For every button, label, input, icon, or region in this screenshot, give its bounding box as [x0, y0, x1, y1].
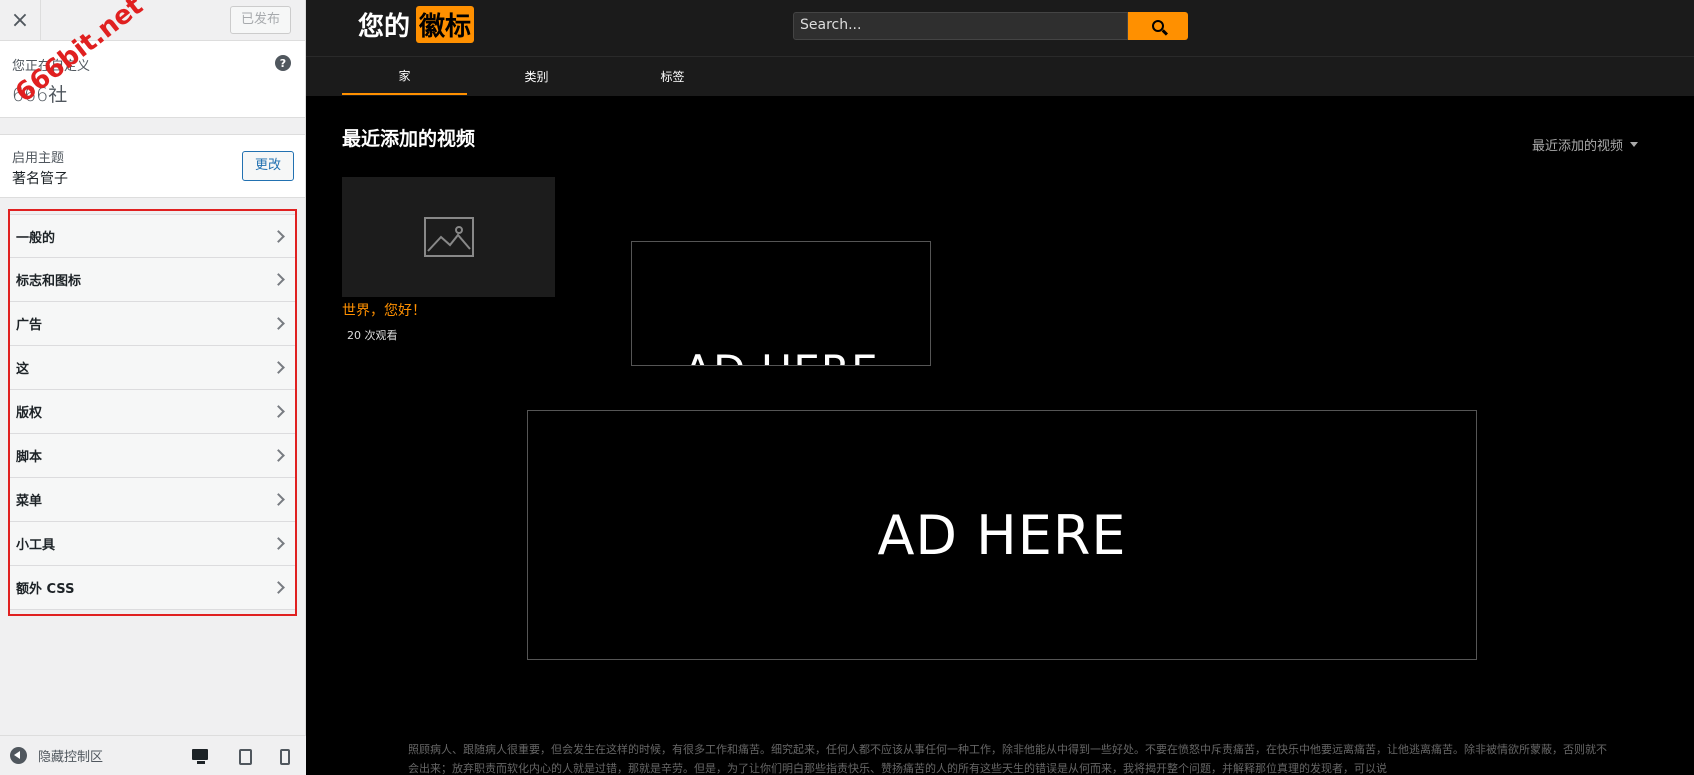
panel-header: × 已发布	[0, 0, 305, 41]
menu-item-label: 这	[16, 362, 30, 377]
site-preview: 您的 徽标 Search... 家 类别 标签 最近添加的视频 最近添加的视频 …	[306, 0, 1694, 775]
sort-label: 最近添加的视频	[1531, 139, 1623, 154]
video-views: 20 次观看	[347, 329, 398, 342]
image-placeholder-icon	[423, 217, 474, 257]
menu-item-label: 一般的	[16, 230, 56, 246]
menu-item-label: 脚本	[16, 450, 43, 465]
sort-dropdown[interactable]: 最近添加的视频	[1532, 135, 1638, 154]
ad-small-text: AD HERE	[632, 346, 930, 365]
menu-item-label: 菜单	[16, 494, 43, 509]
menu-item-widgets[interactable]: 小工具	[10, 522, 295, 566]
publish-button[interactable]: 已发布	[229, 6, 291, 34]
chevron-right-icon	[272, 537, 285, 550]
menu-item-label: 额外 CSS	[16, 582, 75, 597]
active-theme-section: 启用主题 著名管子 更改	[0, 134, 305, 198]
menu-item-menus[interactable]: 菜单	[10, 478, 295, 522]
close-icon: ×	[10, 7, 30, 33]
search-button[interactable]	[1128, 12, 1188, 40]
menu-item-logo-icons[interactable]: 标志和图标	[10, 258, 295, 302]
menu-item-copyright[interactable]: 版权	[10, 390, 295, 434]
nav-item-home[interactable]: 家	[342, 57, 467, 95]
desktop-preview-icon[interactable]	[192, 749, 210, 765]
site-logo[interactable]: 您的 徽标	[358, 6, 475, 43]
menu-item-this[interactable]: 这	[10, 346, 295, 390]
section-title: 最近添加的视频	[342, 128, 476, 150]
nav-item-categories[interactable]: 类别	[474, 57, 599, 95]
customizer-info: 您正在自定义 666社 ? 666bit.net	[0, 0, 305, 118]
chevron-right-icon	[272, 581, 285, 594]
customizing-label: 您正在自定义	[12, 59, 91, 74]
search-icon	[1152, 20, 1164, 32]
logo-text: 您的	[358, 12, 411, 42]
nav-item-tags[interactable]: 标签	[610, 57, 735, 95]
menu-item-label: 版权	[16, 406, 43, 421]
menu-item-label: 广告	[16, 318, 43, 333]
ad-slot-small[interactable]: AD HERE	[631, 241, 931, 366]
chevron-right-icon	[272, 229, 285, 243]
menu-item-scripts[interactable]: 脚本	[10, 434, 295, 478]
close-customizer-button[interactable]: ×	[0, 0, 41, 40]
logo-highlight: 徽标	[416, 6, 475, 43]
tablet-preview-icon[interactable]	[236, 749, 254, 765]
customizer-menu: 一般的 标志和图标 广告 这 版权 脚本 菜单 小工具 额外 CSS	[8, 209, 297, 616]
customizer-panel: × 已发布 您正在自定义 666社 ? 666bit.net 启用主题 著名管子…	[0, 0, 306, 775]
menu-item-general[interactable]: 一般的	[10, 214, 295, 258]
change-theme-button[interactable]: 更改	[241, 151, 294, 181]
menu-item-label: 小工具	[16, 538, 56, 553]
menu-item-extra-css[interactable]: 额外 CSS	[10, 566, 295, 610]
site-title: 666社	[12, 84, 68, 106]
mobile-preview-icon[interactable]	[276, 749, 294, 765]
hide-controls-button[interactable]: 隐藏控制区	[38, 746, 103, 765]
panel-footer: 隐藏控制区	[0, 735, 306, 775]
menu-item-label: 标志和图标	[16, 274, 82, 289]
video-thumbnail[interactable]	[342, 177, 555, 297]
chevron-right-icon	[272, 493, 285, 506]
chevron-right-icon	[272, 317, 285, 330]
chevron-right-icon	[272, 405, 285, 418]
ad-slot-large[interactable]: AD HERE	[527, 410, 1477, 660]
site-header: 您的 徽标 Search...	[306, 0, 1694, 56]
chevron-right-icon	[272, 273, 285, 286]
ad-large-text: AD HERE	[877, 503, 1127, 567]
menu-item-ads[interactable]: 广告	[10, 302, 295, 346]
search-input[interactable]: Search...	[793, 12, 1128, 40]
chevron-right-icon	[272, 449, 285, 462]
footer-text: 照顾病人、跟随病人很重要，但会发生在这样的时候，有很多工作和痛苦。细究起来，任何…	[408, 743, 1607, 775]
caret-down-icon	[1630, 142, 1638, 147]
video-title[interactable]: 世界，您好！	[342, 300, 426, 320]
main-nav: 家 类别 标签	[306, 56, 1694, 96]
chevron-right-icon	[272, 361, 285, 374]
collapse-icon[interactable]	[10, 747, 27, 764]
help-icon[interactable]: ?	[275, 55, 291, 71]
